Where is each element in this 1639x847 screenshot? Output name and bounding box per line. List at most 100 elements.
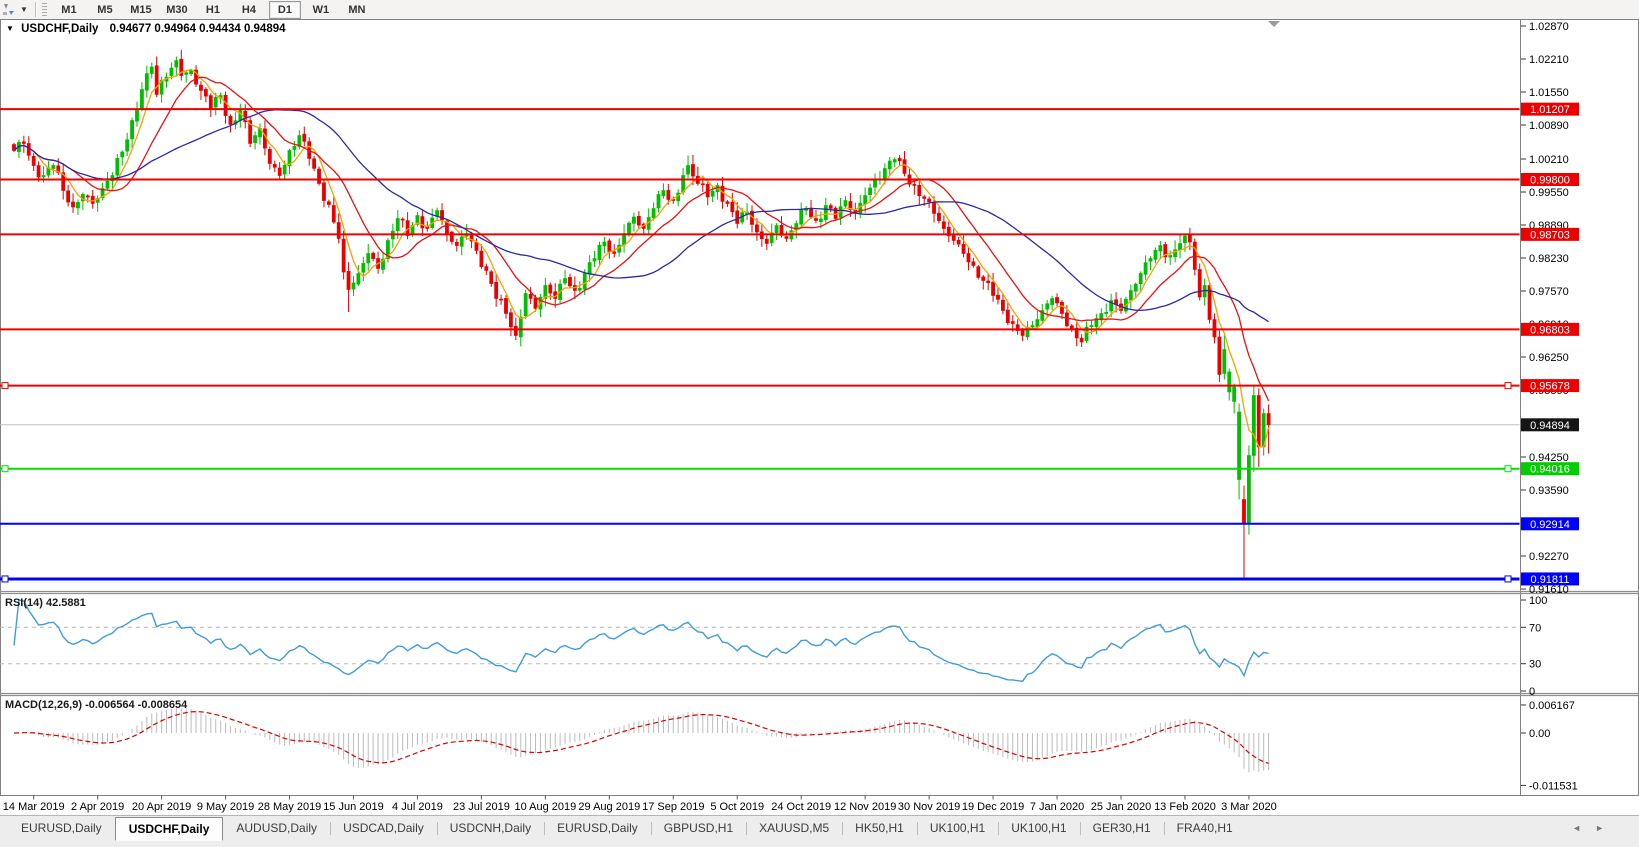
price-axis-label: 1.00890 xyxy=(1529,120,1569,132)
time-axis-label: 19 Dec 2019 xyxy=(962,801,1024,813)
time-axis-label: 9 May 2019 xyxy=(197,801,254,813)
price-tag-0.99800-label: 0.99800 xyxy=(1530,175,1570,187)
hline-marker xyxy=(1505,576,1511,582)
price-tag-0.96803-label: 0.96803 xyxy=(1530,324,1570,336)
hline-marker xyxy=(1505,466,1511,472)
timeframe-button-m1[interactable]: M1 xyxy=(53,1,85,19)
price-axis-label: 1.02210 xyxy=(1529,54,1569,66)
timeframe-button-m15[interactable]: M15 xyxy=(125,1,157,19)
chart-tab-8-hk50h1[interactable]: HK50,H1 xyxy=(842,818,917,838)
chart-ohlc-values: 0.94677 0.94964 0.94434 0.94894 xyxy=(110,23,286,35)
time-axis-label: 15 Jun 2019 xyxy=(323,801,384,813)
macd-axis-label: -0.011531 xyxy=(1529,780,1578,792)
timeframe-button-m30[interactable]: M30 xyxy=(161,1,193,19)
timeframe-button-h1[interactable]: H1 xyxy=(197,1,229,19)
price-chart-canvas[interactable]: 1.02870 1.02210 1.01550 1.00890 1.00210 0.995… xyxy=(0,19,1639,815)
tab-scroll-right-icon[interactable]: ► xyxy=(1588,823,1611,833)
price-axis-label: 1.00210 xyxy=(1529,154,1569,166)
macd-histogram xyxy=(14,708,1269,772)
rsi-axis-label: 0 xyxy=(1529,686,1535,698)
time-axis-label: 29 Aug 2019 xyxy=(578,801,640,813)
time-axis-label: 4 Jul 2019 xyxy=(392,801,443,813)
time-axis-label: 28 May 2019 xyxy=(258,801,322,813)
rsi-panel xyxy=(0,600,1520,681)
chart-shift-marker-icon xyxy=(1268,21,1280,27)
price-axis-label: 0.96250 xyxy=(1529,352,1569,364)
mt4-window: ▼ M1M5M15M30H1H4D1W1MN ▼ USDCHF,Daily 0.… xyxy=(0,0,1639,847)
timeframe-button-h4[interactable]: H4 xyxy=(233,1,265,19)
price-axis-label: 1.02870 xyxy=(1529,21,1569,33)
ma-medium-line xyxy=(14,77,1269,401)
chart-symbol-label: USDCHF,Daily xyxy=(21,23,98,35)
timeframe-button-d1[interactable]: D1 xyxy=(269,1,301,19)
price-axis-label: 1.01550 xyxy=(1529,87,1569,99)
price-tag-0.98703-label: 0.98703 xyxy=(1530,229,1570,241)
macd-panel xyxy=(14,708,1269,772)
price-axis-label: 0.99550 xyxy=(1529,187,1569,199)
chart-tab-7-xauusdm5[interactable]: XAUUSD,M5 xyxy=(746,818,842,838)
chart-tab-4-usdcnhdaily[interactable]: USDCNH,Daily xyxy=(437,818,544,838)
price-tag-0.92914-label: 0.92914 xyxy=(1530,519,1570,531)
macd-indicator-label: MACD(12,26,9) -0.006564 -0.008654 xyxy=(5,699,187,711)
tab-scroll-left-icon[interactable]: ◄ xyxy=(1565,823,1588,833)
chart-tool-button[interactable]: ▼ xyxy=(0,0,32,19)
timeframe-button-m5[interactable]: M5 xyxy=(89,1,121,19)
time-axis-label: 2 Apr 2019 xyxy=(71,801,124,813)
hline-marker xyxy=(1505,383,1511,389)
rsi-line xyxy=(14,600,1269,681)
time-axis-label: 13 Feb 2020 xyxy=(1154,801,1216,813)
price-axis-label: 0.92270 xyxy=(1529,551,1569,563)
macd-signal-line xyxy=(14,712,1269,764)
timeframe-button-mn[interactable]: MN xyxy=(341,1,373,19)
chart-tab-2-audusddaily[interactable]: AUDUSD,Daily xyxy=(223,818,330,838)
collapse-arrow-icon[interactable]: ▼ xyxy=(6,24,14,33)
price-axis: 1.02870 1.02210 1.01550 1.00890 1.00210 0.995… xyxy=(1521,21,1579,792)
chart-tab-bar: EURUSD,DailyUSDCHF,DailyAUDUSD,DailyUSDC… xyxy=(0,815,1639,847)
timeframe-toolbar: ▼ M1M5M15M30H1H4D1W1MN xyxy=(0,0,1639,20)
rsi-axis-label: 70 xyxy=(1529,622,1541,634)
chart-tab-3-usdcaddaily[interactable]: USDCAD,Daily xyxy=(330,818,437,838)
macd-axis-label: 0.00 xyxy=(1529,728,1550,740)
chart-tab-1-usdchfdaily[interactable]: USDCHF,Daily xyxy=(115,817,224,841)
time-axis-label: 17 Sep 2019 xyxy=(642,801,704,813)
chart-tab-0-eurusddaily[interactable]: EURUSD,Daily xyxy=(8,818,115,838)
candlesticks xyxy=(12,50,1270,579)
chart-tab-12-fra40h1[interactable]: FRA40,H1 xyxy=(1164,818,1246,838)
chart-tab-10-uk100h1[interactable]: UK100,H1 xyxy=(998,818,1079,838)
price-axis-label: 0.98230 xyxy=(1529,253,1569,265)
time-axis-label: 10 Aug 2019 xyxy=(514,801,576,813)
ma-slow-line xyxy=(14,110,1269,322)
chart-title: ▼ USDCHF,Daily 0.94677 0.94964 0.94434 0… xyxy=(6,23,286,35)
time-axis-label: 23 Jul 2019 xyxy=(453,801,510,813)
price-axis-label: 0.97570 xyxy=(1529,286,1569,298)
price-tag-0.94016-label: 0.94016 xyxy=(1530,464,1570,476)
time-axis-label: 25 Jan 2020 xyxy=(1091,801,1152,813)
time-axis-label: 12 Nov 2019 xyxy=(834,801,896,813)
toolbar-drag-grip[interactable] xyxy=(42,3,47,17)
time-axis-label: 24 Oct 2019 xyxy=(771,801,831,813)
ma-fast-line xyxy=(14,69,1269,447)
hline-marker xyxy=(2,466,8,472)
timeframe-button-w1[interactable]: W1 xyxy=(305,1,337,19)
time-axis-label: 5 Oct 2019 xyxy=(710,801,764,813)
rsi-axis-label: 30 xyxy=(1529,659,1541,671)
macd-axis-label: 0.006167 xyxy=(1529,700,1575,712)
chart-tab-9-uk100h1[interactable]: UK100,H1 xyxy=(917,818,998,838)
time-axis-label: 3 Mar 2020 xyxy=(1221,801,1277,813)
price-axis-label: 0.93590 xyxy=(1529,485,1569,497)
toolbar-separator xyxy=(35,2,37,17)
chart-tab-6-gbpusdh1[interactable]: GBPUSD,H1 xyxy=(651,818,746,838)
current-price-tag-label: 0.94894 xyxy=(1530,420,1570,432)
chart-tab-11-ger30h1[interactable]: GER30,H1 xyxy=(1080,818,1164,838)
price-tag-0.91811-label: 0.91811 xyxy=(1531,574,1570,586)
hline-marker xyxy=(2,576,8,582)
time-axis-label: 30 Nov 2019 xyxy=(898,801,960,813)
rsi-indicator-label: RSI(14) 42.5881 xyxy=(5,597,86,609)
hline-marker xyxy=(2,383,8,389)
chevron-down-icon: ▼ xyxy=(20,5,28,14)
chart-tool-icon xyxy=(2,3,17,17)
time-axis-label: 20 Apr 2019 xyxy=(132,801,191,813)
chart-tab-5-eurusddaily[interactable]: EURUSD,Daily xyxy=(544,818,651,838)
time-axis-label: 7 Jan 2020 xyxy=(1030,801,1084,813)
price-tag-0.95678-label: 0.95678 xyxy=(1530,381,1570,393)
